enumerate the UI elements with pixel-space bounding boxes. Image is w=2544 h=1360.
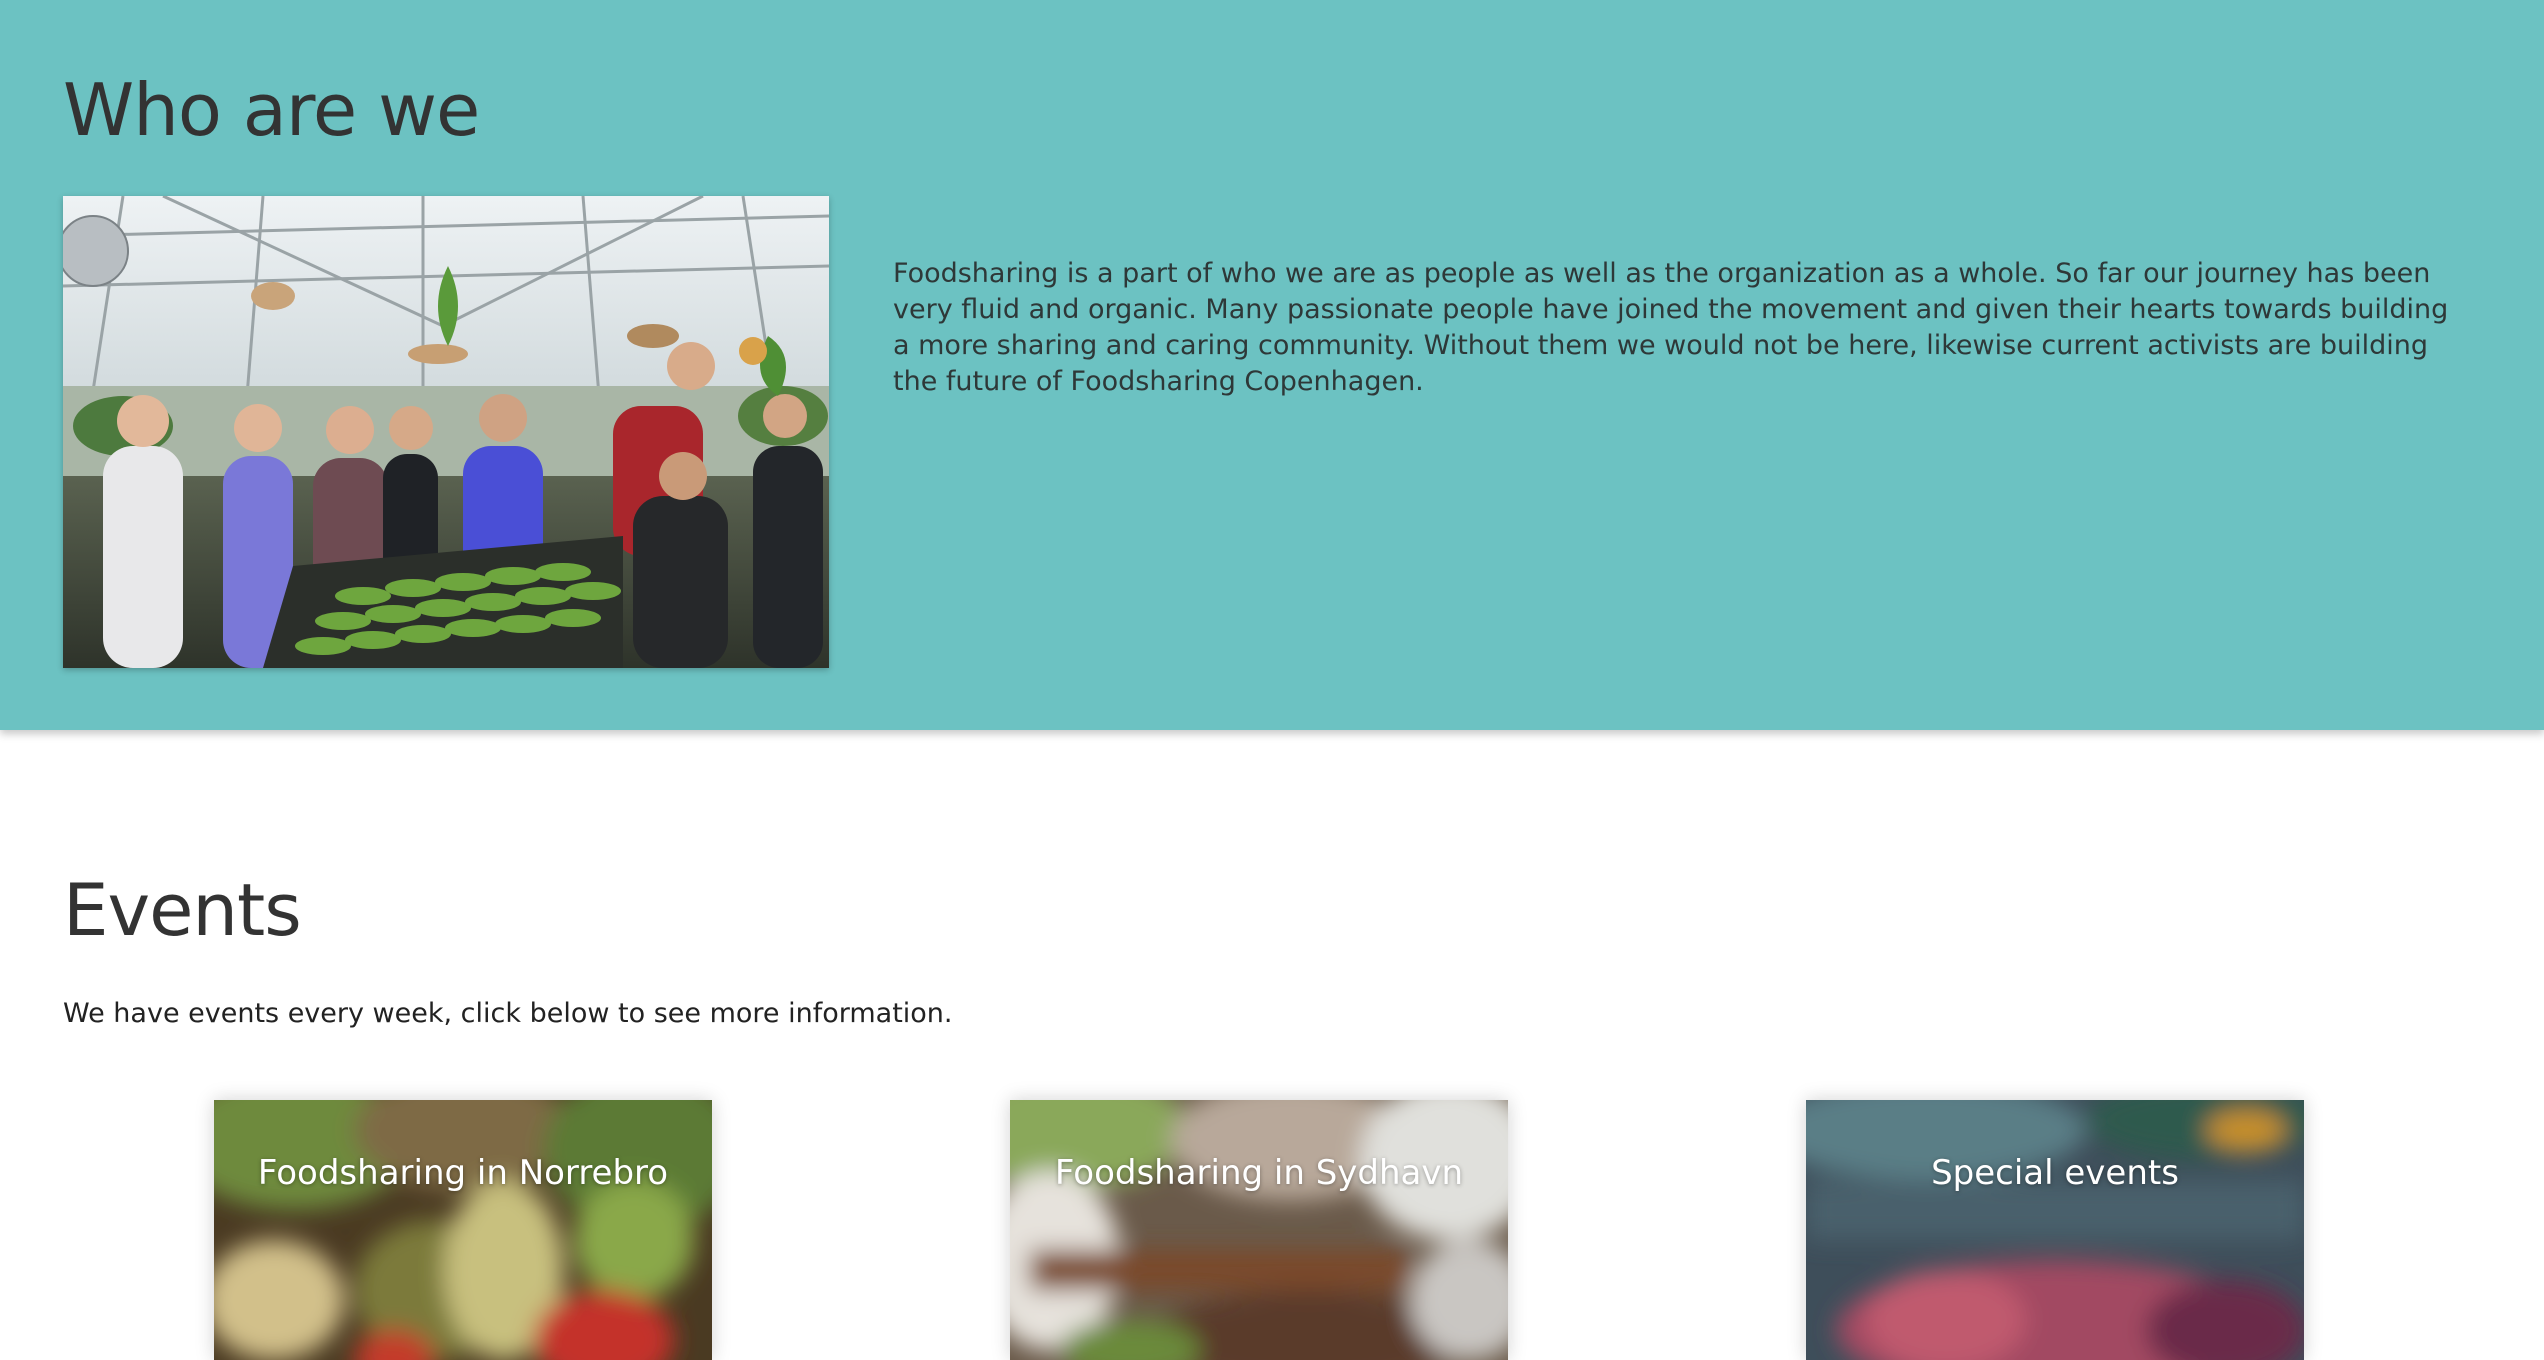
event-card-special-events-title: Special events [1931,1153,2179,1193]
event-card-norrebro[interactable]: Foodsharing in Norrebro [214,1100,712,1360]
team-photo [63,196,829,668]
event-card-sydhavn[interactable]: Foodsharing in Sydhavn [1010,1100,1508,1360]
event-card-sydhavn-title: Foodsharing in Sydhavn [1054,1153,1464,1193]
events-heading: Events [63,868,302,952]
event-card-norrebro-title: Foodsharing in Norrebro [257,1153,669,1193]
event-card-special-events[interactable]: Special events [1806,1100,2304,1360]
who-are-we-description: Foodsharing is a part of who we are as p… [893,258,2449,397]
sydhavn-background-image [1010,1100,1508,1360]
who-are-we-heading: Who are we [63,68,480,152]
norrebro-background-image [214,1100,712,1360]
events-intro-text: We have events every week, click below t… [63,998,953,1029]
special-events-background-image [1806,1100,2304,1360]
who-are-we-section: Who are we Foodsharing is a part of who … [0,0,2544,730]
